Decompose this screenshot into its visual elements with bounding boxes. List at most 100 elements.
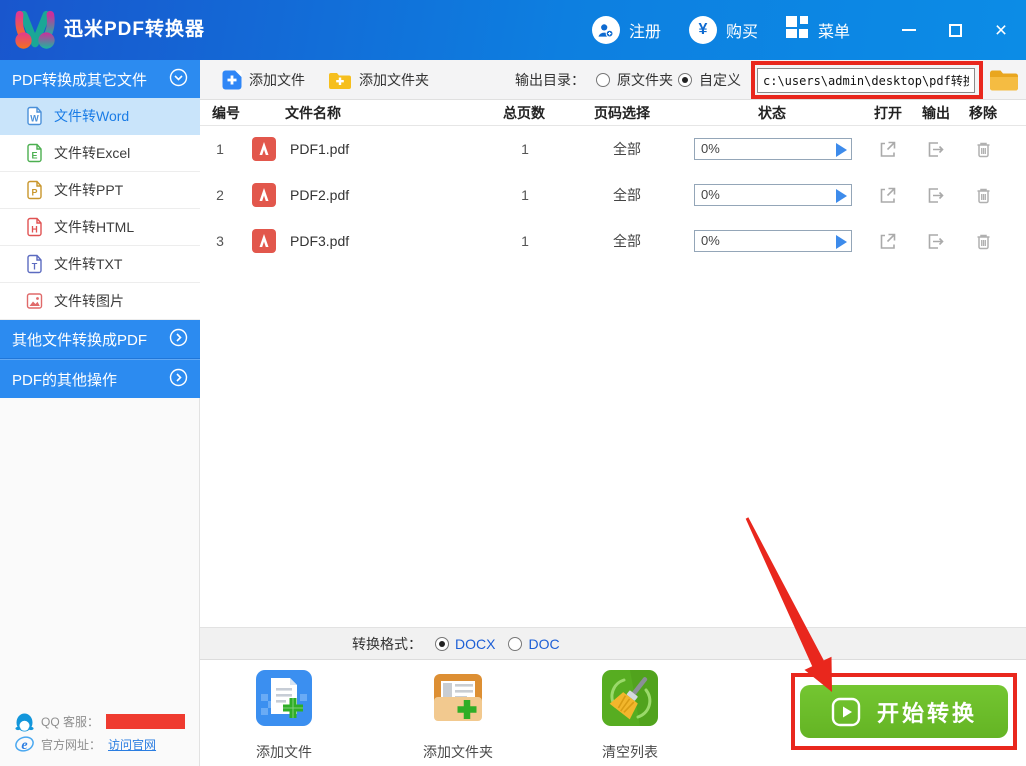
qq-number-redaction (106, 714, 186, 729)
file-name: PDF2.pdf (290, 187, 350, 203)
toolbar: 添加文件 添加文件夹 输出目录： 原文件夹 自定义 (200, 60, 1026, 100)
open-file-icon[interactable] (877, 231, 898, 252)
chevron-down-circle-icon (169, 68, 188, 91)
output-path-input[interactable] (757, 68, 975, 93)
buy-label: 购买 (725, 24, 758, 41)
col-range: 页码选择 (594, 105, 650, 121)
radio-doc-circle[interactable] (508, 636, 523, 651)
minimize-button[interactable] (894, 0, 924, 60)
add-folder-action-label: 添加文件夹 (423, 744, 493, 760)
menu-label: 菜单 (817, 24, 850, 41)
table-row: 2 PDF2.pdf 1 全部 0% (200, 172, 1026, 218)
pdf-file-icon (252, 183, 276, 207)
add-file-action-label: 添加文件 (256, 744, 312, 760)
official-site-link[interactable]: 访问官网 (108, 736, 156, 753)
svg-text:E: E (31, 151, 37, 161)
html-file-icon: H (27, 217, 42, 237)
col-open: 打开 (874, 105, 902, 121)
add-file-button[interactable]: 添加文件 (222, 60, 305, 100)
app-title: 迅米PDF转换器 (64, 19, 206, 40)
progress-bar: 0% (694, 230, 852, 252)
page-range[interactable]: 全部 (605, 218, 649, 264)
col-output: 输出 (922, 105, 950, 121)
progress-bar: 0% (694, 138, 852, 160)
minimize-icon (902, 29, 916, 31)
chevron-right-circle-icon (169, 328, 188, 351)
buy-button[interactable]: ¥ 购买 (688, 16, 758, 44)
add-folder-icon (329, 72, 351, 89)
sidebar-item-image[interactable]: 文件转图片 (0, 283, 200, 320)
sidebar-item-html[interactable]: H 文件转HTML (0, 209, 200, 246)
sidebar-item-label: 文件转Word (54, 108, 130, 124)
file-name: PDF1.pdf (290, 141, 350, 157)
format-bar: 转换格式： DOCX DOC (200, 627, 1026, 660)
radio-original-label: 原文件夹 (617, 72, 673, 88)
excel-file-icon: E (27, 143, 42, 163)
maximize-button[interactable] (940, 0, 970, 60)
row-number: 2 (216, 187, 224, 203)
output-dir-label: 输出目录： (515, 72, 585, 88)
radio-original-folder[interactable]: 原文件夹 (596, 60, 673, 100)
radio-original-circle[interactable] (596, 73, 610, 87)
open-file-icon[interactable] (877, 185, 898, 206)
close-button[interactable]: × (986, 0, 1016, 60)
docx-label: DOCX (455, 635, 496, 652)
sidebar-item-word[interactable]: W 文件转Word (0, 98, 200, 135)
row-start-icon[interactable] (836, 189, 847, 203)
col-no: 编号 (212, 105, 240, 121)
trash-icon[interactable] (973, 231, 994, 252)
page-count: 1 (521, 187, 529, 203)
sidebar-group-pdf-other-ops[interactable]: PDF的其他操作 (0, 359, 200, 398)
radio-doc[interactable]: DOC (508, 636, 560, 652)
trash-icon[interactable] (973, 185, 994, 206)
output-folder-icon[interactable] (925, 185, 946, 206)
sidebar-item-label: 文件转Excel (54, 145, 131, 161)
sidebar-item-txt[interactable]: T 文件转TXT (0, 246, 200, 283)
qq-penguin-icon (15, 713, 34, 731)
trash-icon[interactable] (973, 139, 994, 160)
radio-docx[interactable]: DOCX (435, 636, 495, 652)
format-label: 转换格式： (352, 635, 422, 652)
output-folder-icon[interactable] (925, 231, 946, 252)
sidebar-group-other-to-pdf[interactable]: 其他文件转换成PDF (0, 320, 200, 359)
open-file-icon[interactable] (877, 139, 898, 160)
sidebar-item-label: 文件转TXT (54, 256, 123, 272)
col-filename: 文件名称 (285, 105, 341, 121)
svg-text:H: H (31, 225, 38, 235)
svg-text:e: e (21, 738, 27, 753)
row-start-icon[interactable] (836, 143, 847, 157)
svg-text:T: T (32, 262, 38, 272)
titlebar: 迅米PDF转换器 注册 ¥ 购买 菜单 × (0, 0, 1026, 60)
register-button[interactable]: 注册 (591, 16, 661, 44)
site-label: 官方网址： (41, 738, 102, 752)
add-file-icon (222, 70, 242, 90)
browse-folder-icon[interactable] (989, 69, 1019, 92)
app-logo-icon (15, 10, 55, 49)
svg-text:P: P (31, 188, 37, 198)
col-status: 状态 (758, 105, 786, 121)
radio-docx-circle[interactable] (435, 636, 449, 651)
yen-icon: ¥ (688, 16, 717, 44)
sidebar-item-excel[interactable]: E 文件转Excel (0, 135, 200, 172)
start-convert-button[interactable]: 开始转换 (800, 685, 1008, 738)
sidebar-item-ppt[interactable]: P 文件转PPT (0, 172, 200, 209)
radio-custom-circle[interactable] (678, 73, 692, 87)
txt-file-icon: T (27, 254, 42, 274)
radio-custom-folder[interactable]: 自定义 (678, 60, 741, 100)
page-range[interactable]: 全部 (605, 172, 649, 218)
sidebar: PDF转换成其它文件 W 文件转Word E 文件转Excel P 文件转PPT… (0, 60, 200, 766)
page-count: 1 (521, 141, 529, 157)
table-row: 1 PDF1.pdf 1 全部 0% (200, 126, 1026, 172)
clear-list-broom-icon (602, 670, 658, 726)
row-start-icon[interactable] (836, 235, 847, 249)
output-folder-icon[interactable] (925, 139, 946, 160)
page-range[interactable]: 全部 (605, 126, 649, 172)
add-folder-button[interactable]: 添加文件夹 (328, 60, 429, 100)
start-convert-label: 开始转换 (876, 700, 977, 726)
maximize-icon (948, 23, 962, 37)
sidebar-group-pdf-to-other[interactable]: PDF转换成其它文件 (0, 60, 200, 98)
sidebar-item-label: 文件转图片 (54, 293, 124, 309)
pdf-file-icon (252, 229, 276, 253)
menu-button[interactable]: 菜单 (785, 16, 850, 44)
bottom-action-bar: 添加文件 添加文件夹 清空列表 开始转换 (200, 660, 1026, 766)
